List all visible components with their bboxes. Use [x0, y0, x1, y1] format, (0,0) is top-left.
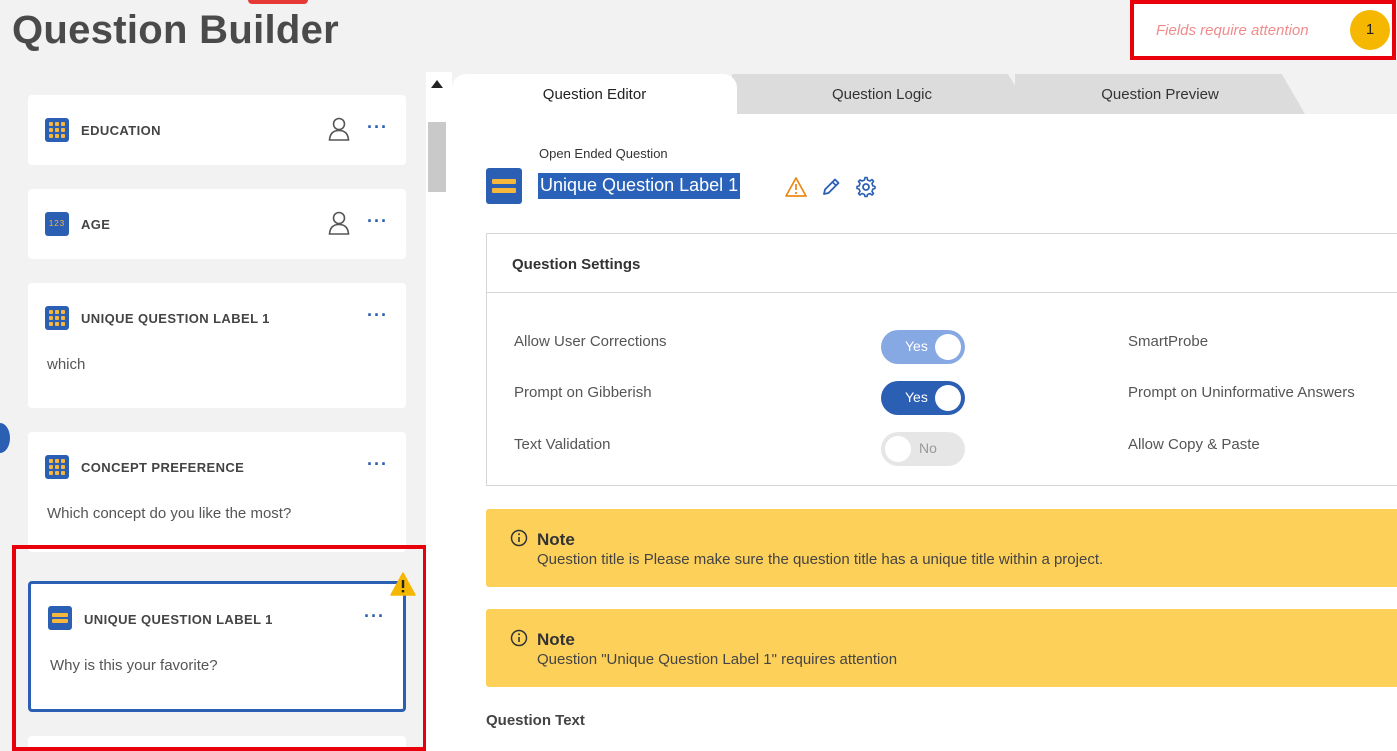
setting-label: SmartProbe — [1128, 333, 1209, 350]
more-options-icon[interactable]: ··· — [367, 117, 388, 138]
question-card-age[interactable]: 123 AGE ··· — [28, 189, 406, 259]
warning-icon — [390, 572, 416, 596]
question-settings-title: Question Settings — [512, 256, 641, 273]
tab-question-logic[interactable]: Question Logic — [732, 74, 1032, 114]
question-list-scrollbar[interactable] — [426, 72, 448, 751]
info-icon — [510, 629, 528, 647]
toggle-state: Yes — [905, 389, 928, 405]
allow-user-corrections-toggle[interactable]: Yes — [881, 330, 965, 364]
setting-label: Prompt on Gibberish — [514, 384, 652, 401]
info-icon — [510, 529, 528, 547]
tab-question-editor[interactable]: Question Editor — [452, 74, 737, 114]
setting-label: Allow User Corrections — [514, 333, 667, 350]
note-banner: Note Question "Unique Question Label 1" … — [486, 609, 1397, 687]
question-card-education[interactable]: EDUCATION ··· — [28, 95, 406, 165]
open-ended-question-icon — [486, 168, 522, 204]
divider — [487, 292, 1397, 293]
setting-label: Allow Copy & Paste — [1128, 436, 1260, 453]
grid-question-icon — [45, 306, 69, 330]
question-editor-panel: Question Preview Question Logic Question… — [452, 72, 1397, 751]
toggle-state: No — [919, 440, 937, 456]
question-card-label: UNIQUE QUESTION LABEL 1 — [84, 612, 273, 627]
question-card-label: UNIQUE QUESTION LABEL 1 — [81, 311, 270, 326]
question-label-field[interactable]: Unique Question Label 1 — [538, 173, 741, 199]
question-type-label: Open Ended Question — [539, 146, 668, 161]
question-card-label: EDUCATION — [81, 123, 161, 138]
warning-icon[interactable] — [785, 176, 807, 198]
question-settings-box: Question Settings Allow User Corrections… — [486, 233, 1397, 486]
question-card-unique-label-1[interactable]: UNIQUE QUESTION LABEL 1 ··· which — [28, 283, 406, 408]
settings-gear-icon[interactable] — [855, 176, 877, 198]
more-options-icon[interactable]: ··· — [367, 305, 388, 326]
edit-pencil-icon[interactable] — [820, 176, 842, 198]
more-options-icon[interactable]: ··· — [367, 454, 388, 475]
more-options-icon[interactable]: ··· — [367, 211, 388, 232]
page-title: Question Builder — [12, 8, 340, 52]
question-card-active[interactable]: UNIQUE QUESTION LABEL 1 ··· Why is this … — [28, 581, 406, 712]
note-title: Note — [537, 630, 575, 649]
question-card-text: Why is this your favorite? — [50, 657, 218, 674]
question-builder-page: Question Builder Fields require attentio… — [0, 0, 1397, 751]
attention-text: Fields require attention — [1156, 22, 1309, 39]
question-card-text: which — [47, 356, 86, 373]
grid-question-icon — [45, 455, 69, 479]
more-options-icon[interactable]: ··· — [364, 606, 385, 627]
prompt-on-gibberish-toggle[interactable]: Yes — [881, 381, 965, 415]
attention-count-badge[interactable]: 1 — [1350, 10, 1390, 50]
open-ended-question-icon — [48, 606, 72, 630]
person-icon[interactable] — [328, 211, 350, 235]
top-indicator — [248, 0, 308, 4]
note-text: Question title is Please make sure the q… — [537, 551, 1104, 568]
numeric-question-icon: 123 — [45, 212, 69, 236]
scroll-up-icon[interactable] — [431, 80, 443, 88]
grid-question-icon — [45, 118, 69, 142]
note-text: Question "Unique Question Label 1" requi… — [537, 651, 898, 668]
note-title: Note — [537, 530, 575, 549]
text-validation-toggle[interactable]: No — [881, 432, 965, 466]
attention-indicator[interactable]: Fields require attention 1 — [1130, 0, 1396, 60]
question-card-label: CONCEPT PREFERENCE — [81, 460, 245, 475]
toggle-knob — [935, 385, 961, 411]
question-card-label: AGE — [81, 217, 111, 232]
toggle-state: Yes — [905, 338, 928, 354]
question-card-text: Which concept do you like the most? — [47, 505, 292, 522]
note-banner: Note Question title is Please make sure … — [486, 509, 1397, 587]
person-icon[interactable] — [328, 117, 350, 141]
question-card-next[interactable] — [28, 736, 406, 751]
question-list-panel: EDUCATION ··· 123 AGE ··· UNIQUE QUESTIO… — [0, 72, 426, 751]
question-card-concept-preference[interactable]: CONCEPT PREFERENCE ··· Which concept do … — [28, 432, 406, 552]
toggle-knob — [885, 436, 911, 462]
setting-label: Prompt on Uninformative Answers — [1128, 384, 1355, 401]
scroll-thumb[interactable] — [428, 122, 446, 192]
setting-label: Text Validation — [514, 436, 611, 453]
question-text-label: Question Text — [486, 712, 585, 729]
tab-question-preview[interactable]: Question Preview — [1015, 74, 1305, 114]
toggle-knob — [935, 334, 961, 360]
